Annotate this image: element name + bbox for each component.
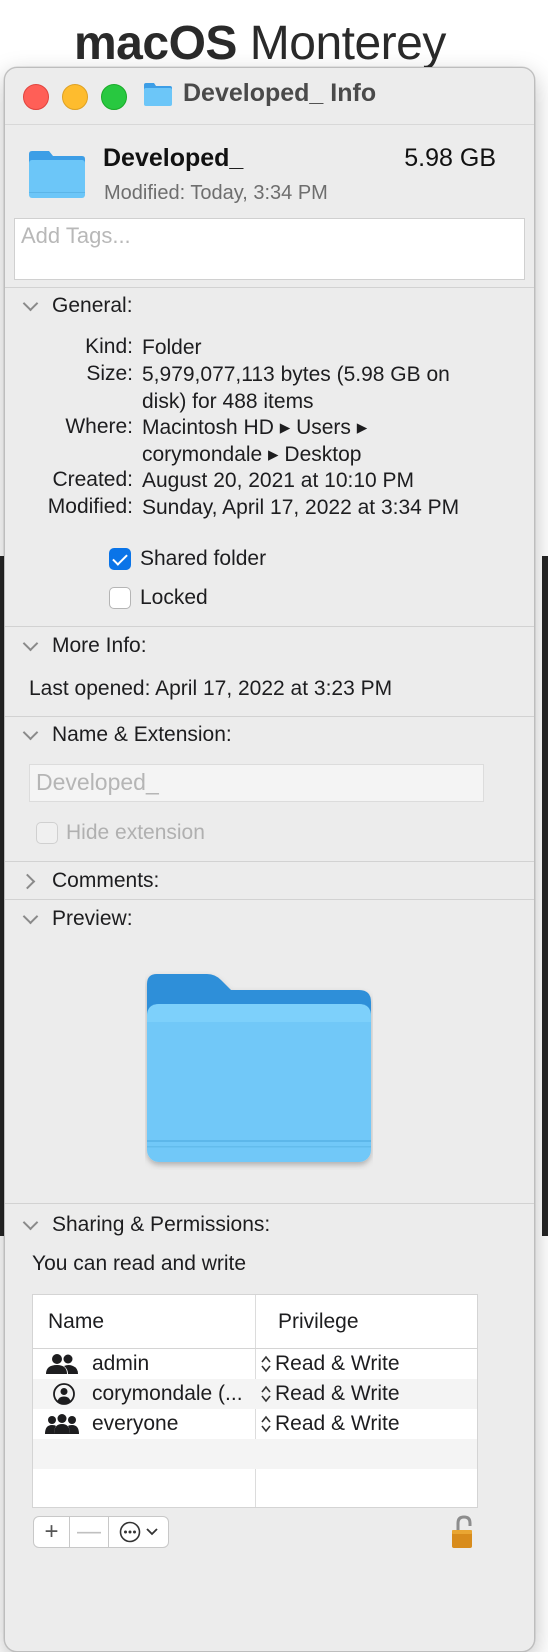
tags-input[interactable]: Add Tags... xyxy=(14,218,525,280)
section-heading: More Info: xyxy=(52,634,147,657)
shared-folder-checkbox[interactable] xyxy=(109,548,131,570)
last-opened: Last opened: April 17, 2022 at 3:23 PM xyxy=(29,677,393,700)
ellipsis-circle-icon xyxy=(119,1521,140,1543)
user-circle-icon xyxy=(53,1383,75,1405)
hide-extension-label: Hide extension xyxy=(66,821,205,844)
chevron-down-icon xyxy=(21,726,39,744)
folder-icon xyxy=(29,151,85,198)
add-user-button[interactable]: + xyxy=(33,1516,70,1548)
chevron-down-icon xyxy=(145,1528,158,1536)
modified-value: Sunday, April 17, 2022 at 3:34 PM xyxy=(142,496,460,519)
privilege-select[interactable]: Read & Write xyxy=(275,1410,400,1438)
section-general-toggle[interactable]: General: xyxy=(21,294,133,318)
section-more-info-toggle[interactable]: More Info: xyxy=(21,634,147,658)
table-row-empty xyxy=(33,1469,477,1499)
modified-summary: Modified: Today, 3:34 PM xyxy=(104,182,328,204)
window-title: Developed_ Info xyxy=(183,79,377,107)
chevron-down-icon xyxy=(21,297,39,315)
folder-icon xyxy=(144,83,172,106)
stepper-icon[interactable] xyxy=(261,1385,271,1403)
created-value: August 20, 2021 at 10:10 PM xyxy=(142,469,415,492)
kind-label: Kind: xyxy=(85,335,133,358)
kind-value: Folder xyxy=(142,336,202,359)
folder-preview-icon xyxy=(147,974,371,1162)
created-label: Created: xyxy=(52,468,133,491)
section-preview-toggle[interactable]: Preview: xyxy=(21,907,133,931)
privilege-select[interactable]: Read & Write xyxy=(275,1350,400,1378)
section-heading: General: xyxy=(52,294,133,317)
section-heading: Preview: xyxy=(52,907,133,930)
title-bar[interactable]: Developed_ Info xyxy=(5,68,534,125)
get-info-window: Developed_ Info Developed_ 5.98 GB Modif… xyxy=(4,67,535,1652)
locked-label: Locked xyxy=(140,586,208,609)
permission-summary: You can read and write xyxy=(32,1252,247,1275)
everyone-icon xyxy=(45,1414,79,1434)
permissions-button-bar: + — xyxy=(33,1516,169,1548)
group-icon xyxy=(46,1354,78,1374)
size-label: Size: xyxy=(86,362,133,385)
stepper-icon[interactable] xyxy=(261,1355,271,1373)
divider xyxy=(5,287,534,288)
section-heading: Comments: xyxy=(52,869,160,892)
remove-user-button[interactable]: — xyxy=(70,1516,109,1548)
desktop-banner: macOS Monterey xyxy=(74,17,446,70)
size-value: 5,979,077,113 bytes (5.98 GB on disk) fo… xyxy=(142,363,450,413)
column-header-privilege[interactable]: Privilege xyxy=(278,1295,359,1348)
chevron-down-icon xyxy=(21,910,39,928)
lock-open-icon[interactable] xyxy=(450,1514,476,1550)
section-heading: Name & Extension: xyxy=(52,723,232,746)
stepper-icon[interactable] xyxy=(261,1415,271,1433)
modified-label: Modified: xyxy=(47,495,133,518)
file-size: 5.98 GB xyxy=(404,144,496,172)
minimize-button[interactable] xyxy=(62,84,88,110)
name-field[interactable]: Developed_ xyxy=(29,764,484,802)
section-heading: Sharing & Permissions: xyxy=(52,1213,271,1236)
section-name-extension-toggle[interactable]: Name & Extension: xyxy=(21,723,232,747)
shared-folder-label: Shared folder xyxy=(140,547,267,570)
file-name: Developed_ xyxy=(103,144,244,172)
close-button[interactable] xyxy=(23,84,49,110)
permissions-table: Name Privilege admin Read & Write corymo… xyxy=(32,1294,478,1508)
section-comments-toggle[interactable]: Comments: xyxy=(21,869,159,893)
table-row-empty xyxy=(33,1439,477,1469)
table-row[interactable]: everyone Read & Write xyxy=(33,1409,477,1439)
zoom-button[interactable] xyxy=(101,84,127,110)
chevron-down-icon xyxy=(21,1216,39,1234)
user-name: corymondale (... xyxy=(92,1382,243,1405)
where-label: Where: xyxy=(65,415,133,438)
user-name: admin xyxy=(92,1352,150,1375)
table-row[interactable]: corymondale (... Read & Write xyxy=(33,1379,477,1409)
user-name: everyone xyxy=(92,1412,179,1435)
hide-extension-checkbox[interactable] xyxy=(36,822,58,844)
divider xyxy=(5,1203,534,1204)
divider xyxy=(5,626,534,627)
locked-checkbox[interactable] xyxy=(109,587,131,609)
divider xyxy=(5,899,534,900)
column-header-name[interactable]: Name xyxy=(48,1295,104,1348)
table-row[interactable]: admin Read & Write xyxy=(33,1349,477,1379)
desktop-background-right xyxy=(542,556,548,1236)
divider xyxy=(5,861,534,862)
chevron-down-icon xyxy=(21,637,39,655)
divider xyxy=(5,716,534,717)
privilege-select[interactable]: Read & Write xyxy=(275,1380,400,1408)
chevron-right-icon xyxy=(21,872,39,890)
section-sharing-toggle[interactable]: Sharing & Permissions: xyxy=(21,1213,270,1237)
where-value: Macintosh HD ▸ Users ▸ corymondale ▸ Des… xyxy=(142,416,368,466)
action-menu-button[interactable] xyxy=(109,1516,169,1548)
